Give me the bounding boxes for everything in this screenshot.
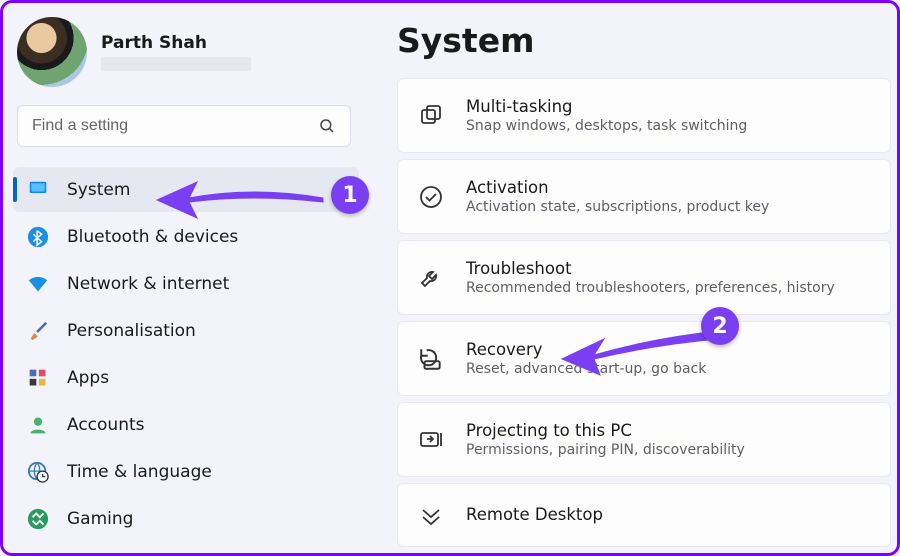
check-circle-icon xyxy=(418,184,444,210)
avatar xyxy=(17,17,87,87)
card-multitasking[interactable]: Multi-tasking Snap windows, desktops, ta… xyxy=(397,78,891,153)
sidebar-item-label: Personalisation xyxy=(67,321,196,341)
recovery-icon xyxy=(418,346,444,372)
card-projecting[interactable]: Projecting to this PC Permissions, pairi… xyxy=(397,402,891,477)
sidebar-item-label: Network & internet xyxy=(67,274,229,294)
card-subtitle: Permissions, pairing PIN, discoverabilit… xyxy=(466,442,745,458)
card-remote-desktop[interactable]: Remote Desktop xyxy=(397,483,891,547)
sidebar-nav: System Bluetooth & devices Network & int… xyxy=(9,167,359,541)
search-box[interactable] xyxy=(17,105,351,147)
wrench-icon xyxy=(418,265,444,291)
card-subtitle: Activation state, subscriptions, product… xyxy=(466,199,769,215)
card-title: Recovery xyxy=(466,340,706,359)
wifi-icon xyxy=(27,273,49,295)
sidebar-item-network[interactable]: Network & internet xyxy=(13,261,359,306)
sidebar-item-label: Apps xyxy=(67,368,109,388)
profile-block[interactable]: Parth Shah xyxy=(9,13,359,105)
card-title: Multi-tasking xyxy=(466,97,747,116)
sidebar-item-gaming[interactable]: Gaming xyxy=(13,496,359,541)
project-icon xyxy=(418,427,444,453)
sidebar: Parth Shah System xyxy=(3,3,363,553)
profile-name: Parth Shah xyxy=(101,33,251,53)
globe-clock-icon xyxy=(27,461,49,483)
card-subtitle: Snap windows, desktops, task switching xyxy=(466,118,747,134)
page-title: System xyxy=(397,21,891,60)
card-recovery[interactable]: Recovery Reset, advanced start-up, go ba… xyxy=(397,321,891,396)
sidebar-item-label: System xyxy=(67,180,130,200)
paintbrush-icon xyxy=(27,320,49,342)
card-title: Activation xyxy=(466,178,769,197)
settings-card-list: Multi-tasking Snap windows, desktops, ta… xyxy=(397,78,891,547)
card-troubleshoot[interactable]: Troubleshoot Recommended troubleshooters… xyxy=(397,240,891,315)
remote-desktop-icon xyxy=(418,502,444,528)
sidebar-item-apps[interactable]: Apps xyxy=(13,355,359,400)
card-title: Troubleshoot xyxy=(466,259,835,278)
sidebar-item-system[interactable]: System xyxy=(13,167,359,212)
bluetooth-icon xyxy=(27,226,49,248)
profile-email-placeholder xyxy=(101,57,251,71)
sidebar-item-bluetooth[interactable]: Bluetooth & devices xyxy=(13,214,359,259)
search-icon xyxy=(318,117,336,135)
multitasking-icon xyxy=(418,103,444,129)
sidebar-item-personalisation[interactable]: Personalisation xyxy=(13,308,359,353)
settings-window: Parth Shah System xyxy=(3,3,897,553)
sidebar-item-label: Time & language xyxy=(67,462,212,482)
card-title: Remote Desktop xyxy=(466,505,603,524)
card-activation[interactable]: Activation Activation state, subscriptio… xyxy=(397,159,891,234)
profile-text: Parth Shah xyxy=(101,33,251,71)
sidebar-item-time-language[interactable]: Time & language xyxy=(13,449,359,494)
sidebar-item-label: Bluetooth & devices xyxy=(67,227,238,247)
system-icon xyxy=(27,179,49,201)
main-panel: System Multi-tasking Snap windows, deskt… xyxy=(363,3,897,553)
card-subtitle: Recommended troubleshooters, preferences… xyxy=(466,280,835,296)
card-title: Projecting to this PC xyxy=(466,421,745,440)
sidebar-item-label: Gaming xyxy=(67,509,133,529)
card-subtitle: Reset, advanced start-up, go back xyxy=(466,361,706,377)
person-icon xyxy=(27,414,49,436)
sidebar-item-accounts[interactable]: Accounts xyxy=(13,402,359,447)
gaming-icon xyxy=(27,508,49,530)
sidebar-item-label: Accounts xyxy=(67,415,145,435)
apps-icon xyxy=(27,367,49,389)
search-input[interactable] xyxy=(32,117,290,135)
